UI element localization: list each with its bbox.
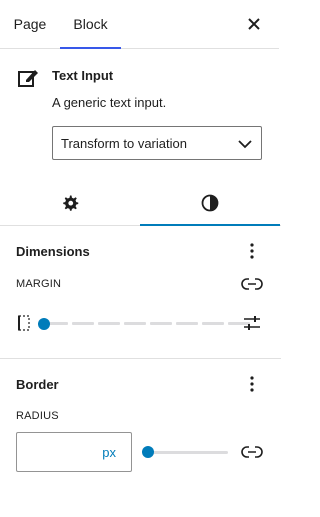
more-vertical-icon <box>250 376 254 392</box>
margin-step-mark <box>202 322 224 325</box>
panel-divider <box>0 358 281 359</box>
link-icon <box>241 278 263 290</box>
tab-page[interactable]: Page <box>0 0 60 48</box>
box-side-icon <box>18 315 30 331</box>
contrast-icon <box>201 194 219 211</box>
more-vertical-icon <box>250 243 254 259</box>
radius-input[interactable] <box>17 433 107 473</box>
radius-link-button[interactable] <box>240 444 264 460</box>
gear-icon <box>63 195 79 211</box>
pencil-square-icon <box>18 70 38 87</box>
border-title: Border <box>16 377 59 392</box>
inspector-tabs <box>0 180 281 226</box>
chevron-down-icon <box>238 140 252 149</box>
margin-step-mark <box>176 322 198 325</box>
margin-step-mark <box>150 322 172 325</box>
dimensions-options-button[interactable] <box>240 239 264 263</box>
radius-unit-select[interactable]: px <box>102 445 116 460</box>
margin-step-mark <box>98 322 120 325</box>
sliders-icon <box>244 316 260 330</box>
tab-block[interactable]: Block <box>60 0 121 49</box>
margin-custom-button[interactable] <box>242 315 262 331</box>
sidebar-tabs: Page Block <box>0 0 279 49</box>
border-options-button[interactable] <box>240 372 264 396</box>
tab-settings[interactable] <box>0 180 140 225</box>
radius-slider[interactable] <box>142 446 228 458</box>
margin-label: MARGIN <box>16 278 62 290</box>
block-title: Text Input <box>52 68 114 83</box>
margin-step-mark <box>72 322 94 325</box>
close-icon <box>248 18 260 30</box>
margin-link-button[interactable] <box>240 276 264 292</box>
margin-step-mark <box>124 322 146 325</box>
margin-slider-thumb[interactable] <box>38 317 50 330</box>
radius-input-wrapper: px <box>16 432 132 473</box>
radius-slider-thumb[interactable] <box>142 446 154 458</box>
link-icon <box>241 446 263 458</box>
transform-variation-select[interactable]: Transform to variation <box>52 126 262 160</box>
dimensions-title: Dimensions <box>16 244 90 259</box>
block-description: A generic text input. <box>52 95 167 110</box>
margin-slider[interactable] <box>38 316 250 330</box>
transform-variation-label: Transform to variation <box>61 135 187 151</box>
tab-styles[interactable] <box>140 180 280 226</box>
close-button[interactable] <box>242 12 266 36</box>
radius-label: RADIUS <box>16 410 59 422</box>
